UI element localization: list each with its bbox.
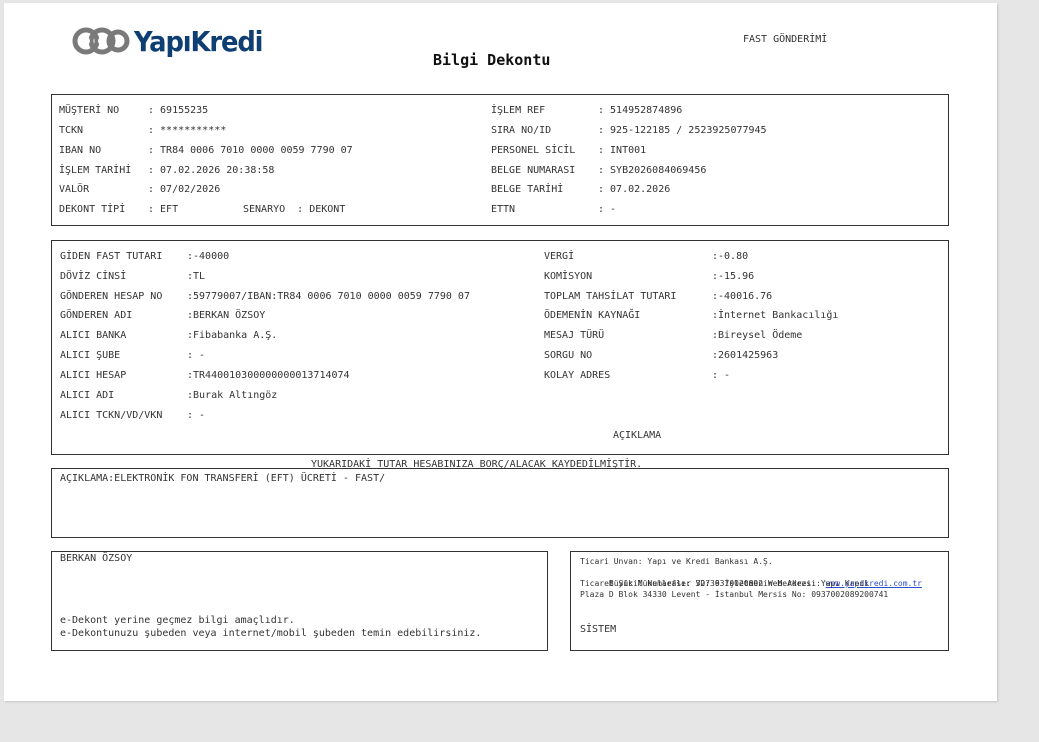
- transfer-field-label: KOLAY ADRES: [544, 370, 611, 381]
- transfer-field-label: ALICI ADI: [60, 390, 115, 401]
- transfer-field-value: :-40016.76: [712, 291, 773, 302]
- info-notice-line: e-Dekontunuzu şubeden veya internet/mobi…: [60, 628, 482, 639]
- transfer-field-value: :Bireysel Ödeme: [712, 330, 803, 341]
- transfer-field-value: :-15.96: [712, 271, 755, 282]
- logo-wordmark: YapıKredi: [134, 24, 264, 58]
- customer-field-label: PERSONEL SİCİL: [491, 145, 576, 156]
- transfer-field-value: :-40000: [187, 251, 230, 262]
- customer-field-value: : 07.02.2026 20:38:58: [148, 165, 275, 176]
- transfer-field-label: GÖNDEREN ADI: [60, 310, 133, 321]
- customer-field-value: : INT001: [598, 145, 647, 156]
- transfer-details-box: GİDEN FAST TUTARI :-40000 DÖVİZ CİNSİ :T…: [51, 240, 949, 455]
- document-title: Bilgi Dekontu: [433, 51, 551, 69]
- customer-field-label: MÜŞTERİ NO: [59, 105, 120, 116]
- transfer-field-value: :Burak Altıngöz: [187, 390, 278, 401]
- transfer-field-value: :59779007/IBAN:TR84 0006 7010 0000 0059 …: [187, 291, 470, 302]
- transfer-field-label: ALICI ŞUBE: [60, 350, 121, 361]
- transfer-field-label: GÖNDEREN HESAP NO: [60, 291, 163, 302]
- transfer-field-value: : -: [187, 410, 206, 421]
- transfer-field-label: SORGU NO: [544, 350, 593, 361]
- customer-field-value: : TR84 0006 7010 0000 0059 7790 07: [148, 145, 353, 156]
- transfer-field-value: :TR440010300000000013714074: [187, 370, 350, 381]
- customer-field-label: DEKONT TİPİ: [59, 204, 126, 215]
- customer-field-value: : 514952874896: [598, 105, 683, 116]
- customer-field-value: : 925-122185 / 2523925077945: [598, 125, 767, 136]
- customer-field-value: : SYB2026084069456: [598, 165, 707, 176]
- transfer-field-label: ALICI BANKA: [60, 330, 127, 341]
- customer-field-label: TCKN: [59, 125, 84, 136]
- scenario-field: SENARYO : DEKONT: [243, 204, 346, 215]
- customer-field-label: BELGE NUMARASI: [491, 165, 576, 176]
- transfer-field-label: ÖDEMENİN KAYNAĞI: [544, 310, 641, 321]
- transfer-field-value: :TL: [187, 271, 206, 282]
- transfer-field-value: :BERKAN ÖZSOY: [187, 310, 266, 321]
- customer-field-value: : 07.02.2026: [598, 184, 671, 195]
- receipt-page: YapıKredi Bilgi Dekontu FAST GÖNDERİMİ M…: [4, 3, 997, 701]
- customer-name: BERKAN ÖZSOY: [60, 553, 133, 564]
- customer-field-label: SIRA NO/ID: [491, 125, 552, 136]
- bank-title-line: Ticari Unvan: Yapı ve Kredi Bankası A.Ş.: [580, 557, 773, 566]
- customer-field-label: İŞLEM TARİHİ: [59, 165, 132, 176]
- customer-field-label: ETTN: [491, 204, 516, 215]
- customer-field-value: : ***********: [148, 125, 227, 136]
- customer-field-label: İŞLEM REF: [491, 105, 546, 116]
- transfer-type-label: FAST GÖNDERİMİ: [743, 34, 828, 45]
- footer-right-box: Ticari Unvan: Yapı ve Kredi Bankası A.Ş.…: [570, 551, 949, 651]
- transfer-field-value: :Fibabanka A.Ş.: [187, 330, 278, 341]
- customer-field-label: VALÖR: [59, 184, 90, 195]
- transfer-field-label: KOMİSYON: [544, 271, 593, 282]
- description-text: AÇIKLAMA:ELEKTRONİK FON TRANSFERİ (EFT) …: [60, 473, 386, 484]
- transfer-field-label: ALICI HESAP: [60, 370, 127, 381]
- customer-field-label: IBAN NO: [59, 145, 102, 156]
- bank-registry-line: Ticaret Sicil Numarası: 32736 İşletmenin…: [580, 579, 869, 588]
- transfer-field-label: TOPLAM TAHSİLAT TUTARI: [544, 291, 677, 302]
- transfer-field-label: GİDEN FAST TUTARI: [60, 251, 163, 262]
- customer-info-box: MÜŞTERİ NO : 69155235 TCKN : ***********…: [51, 94, 949, 226]
- bank-logo: YapıKredi: [72, 23, 274, 59]
- transfer-field-label: DÖVİZ CİNSİ: [60, 271, 127, 282]
- customer-field-value: : 69155235: [148, 105, 209, 116]
- transfer-field-value: : -: [187, 350, 206, 361]
- customer-field-value: : -: [598, 204, 617, 215]
- transfer-field-value: : -: [712, 370, 731, 381]
- transfer-field-label: VERGİ: [544, 251, 575, 262]
- customer-field-value: : 07/02/2026: [148, 184, 221, 195]
- transfer-field-label: MESAJ TÜRÜ: [544, 330, 605, 341]
- transfer-field-label: ALICI TCKN/VD/VKN: [60, 410, 163, 421]
- transfer-field-value: :İnternet Bankacılığı: [712, 310, 839, 321]
- yapikredi-logo-icon: [72, 27, 130, 55]
- transfer-field-value: :2601425963: [712, 350, 779, 361]
- customer-field-value: : EFT: [148, 204, 179, 215]
- description-heading: AÇIKLAMA: [613, 430, 662, 441]
- transfer-field-value: :-0.80: [712, 251, 749, 262]
- customer-field-label: BELGE TARİHİ: [491, 184, 564, 195]
- bank-address-line: Plaza D Blok 34330 Levent - İstanbul Mer…: [580, 590, 889, 599]
- info-notice-line: e-Dekont yerine geçmez bilgi amaçlıdır.: [60, 615, 295, 626]
- system-label: SİSTEM: [580, 624, 617, 635]
- description-box: AÇIKLAMA:ELEKTRONİK FON TRANSFERİ (EFT) …: [51, 468, 949, 538]
- footer-left-box: BERKAN ÖZSOY e-Dekont yerine geçmez bilg…: [51, 551, 548, 651]
